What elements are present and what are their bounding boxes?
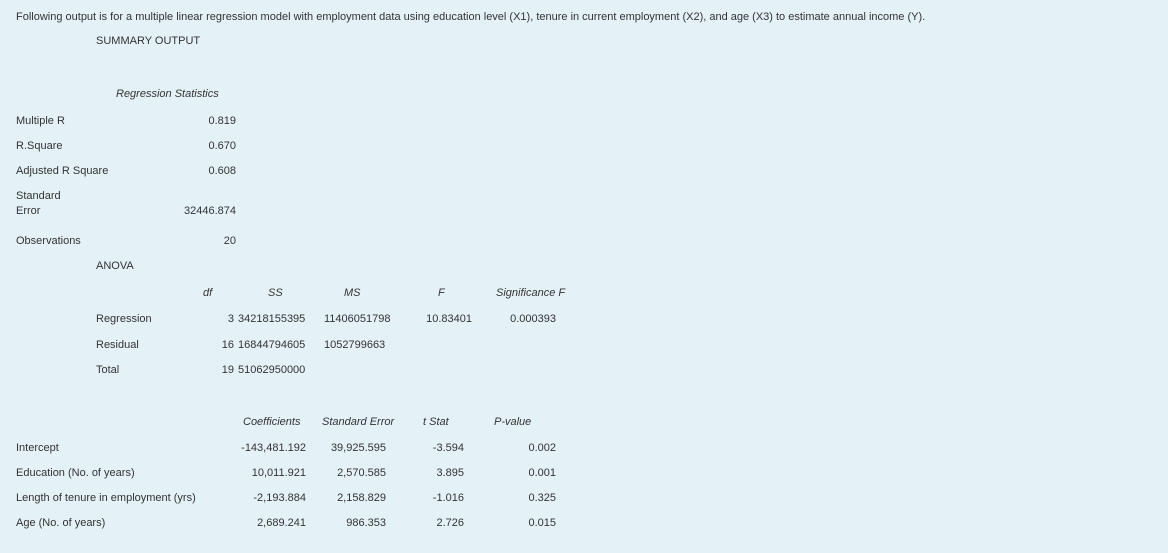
coef-row-label: Age (No. of years): [16, 517, 106, 529]
anova-ms: 1052799663: [324, 339, 386, 351]
anova-df: 19: [221, 364, 234, 376]
anova-ss: 34218155395: [238, 313, 306, 325]
anova-header: SS: [268, 287, 283, 299]
coef-header: t Stat: [423, 416, 449, 428]
coef-t-stat: 3.895: [436, 467, 464, 479]
stat-label: Adjusted R Square: [16, 165, 109, 177]
coef-row-label: Length of tenure in employment (yrs): [16, 492, 196, 504]
anova-df: 16: [221, 339, 234, 351]
anova-significance-f: 0.000393: [510, 313, 556, 325]
regression-output-panel: Following output is for a multiple linea…: [0, 0, 1168, 553]
coef-value: 10,011.921: [251, 467, 306, 479]
coef-standard-error: 2,570.585: [337, 467, 386, 479]
anova-header: df: [203, 287, 213, 299]
regression-statistics-header: Regression Statistics: [116, 88, 219, 100]
stat-value: 0.819: [208, 115, 236, 127]
anova-ms: 11406051798: [324, 313, 391, 325]
coef-t-stat: -1.016: [432, 492, 464, 504]
coef-row-label: Education (No. of years): [16, 467, 135, 479]
anova-ss: 16844794605: [238, 339, 306, 351]
coef-value: 2,689.241: [257, 517, 306, 529]
summary-title: SUMMARY OUTPUT: [96, 35, 201, 47]
coef-p-value: 0.002: [528, 442, 556, 454]
coef-header: P-value: [494, 416, 532, 428]
stat-value: 0.608: [208, 165, 236, 177]
coef-standard-error: 39,925.595: [330, 442, 386, 454]
coef-t-stat: 2.726: [436, 517, 464, 529]
stat-value: 20: [223, 235, 236, 247]
coef-t-stat: -3.594: [432, 442, 464, 454]
stat-label: Error: [16, 205, 41, 217]
stat-value: 32446.874: [184, 205, 236, 217]
coef-p-value: 0.325: [528, 492, 556, 504]
stat-label: R.Square: [16, 140, 63, 152]
coef-p-value: 0.015: [528, 517, 556, 529]
coef-standard-error: 986.353: [346, 517, 386, 529]
coef-header: Coefficients: [243, 416, 301, 428]
coef-row-label: Intercept: [16, 442, 59, 454]
intro-text: Following output is for a multiple linea…: [16, 11, 926, 23]
anova-row-label: Residual: [96, 339, 139, 351]
anova-f: 10.83401: [426, 313, 472, 325]
stat-value: 0.670: [208, 140, 236, 152]
anova-header: F: [438, 287, 445, 299]
anova-ss: 51062950000: [238, 364, 306, 376]
anova-header: Significance F: [496, 287, 566, 299]
stat-label: Observations: [16, 235, 81, 247]
coef-header: Standard Error: [322, 416, 395, 428]
coef-standard-error: 2,158.829: [337, 492, 386, 504]
stat-label: Standard: [16, 190, 61, 202]
coef-value: -2,193.884: [253, 492, 306, 504]
anova-row-label: Regression: [96, 313, 152, 325]
anova-df: 3: [227, 313, 234, 325]
stat-label: Multiple R: [16, 115, 65, 127]
coef-p-value: 0.001: [528, 467, 556, 479]
anova-header: MS: [344, 287, 361, 299]
anova-title: ANOVA: [96, 260, 134, 272]
anova-row-label: Total: [96, 364, 120, 376]
coef-value: -143,481.192: [241, 442, 306, 454]
